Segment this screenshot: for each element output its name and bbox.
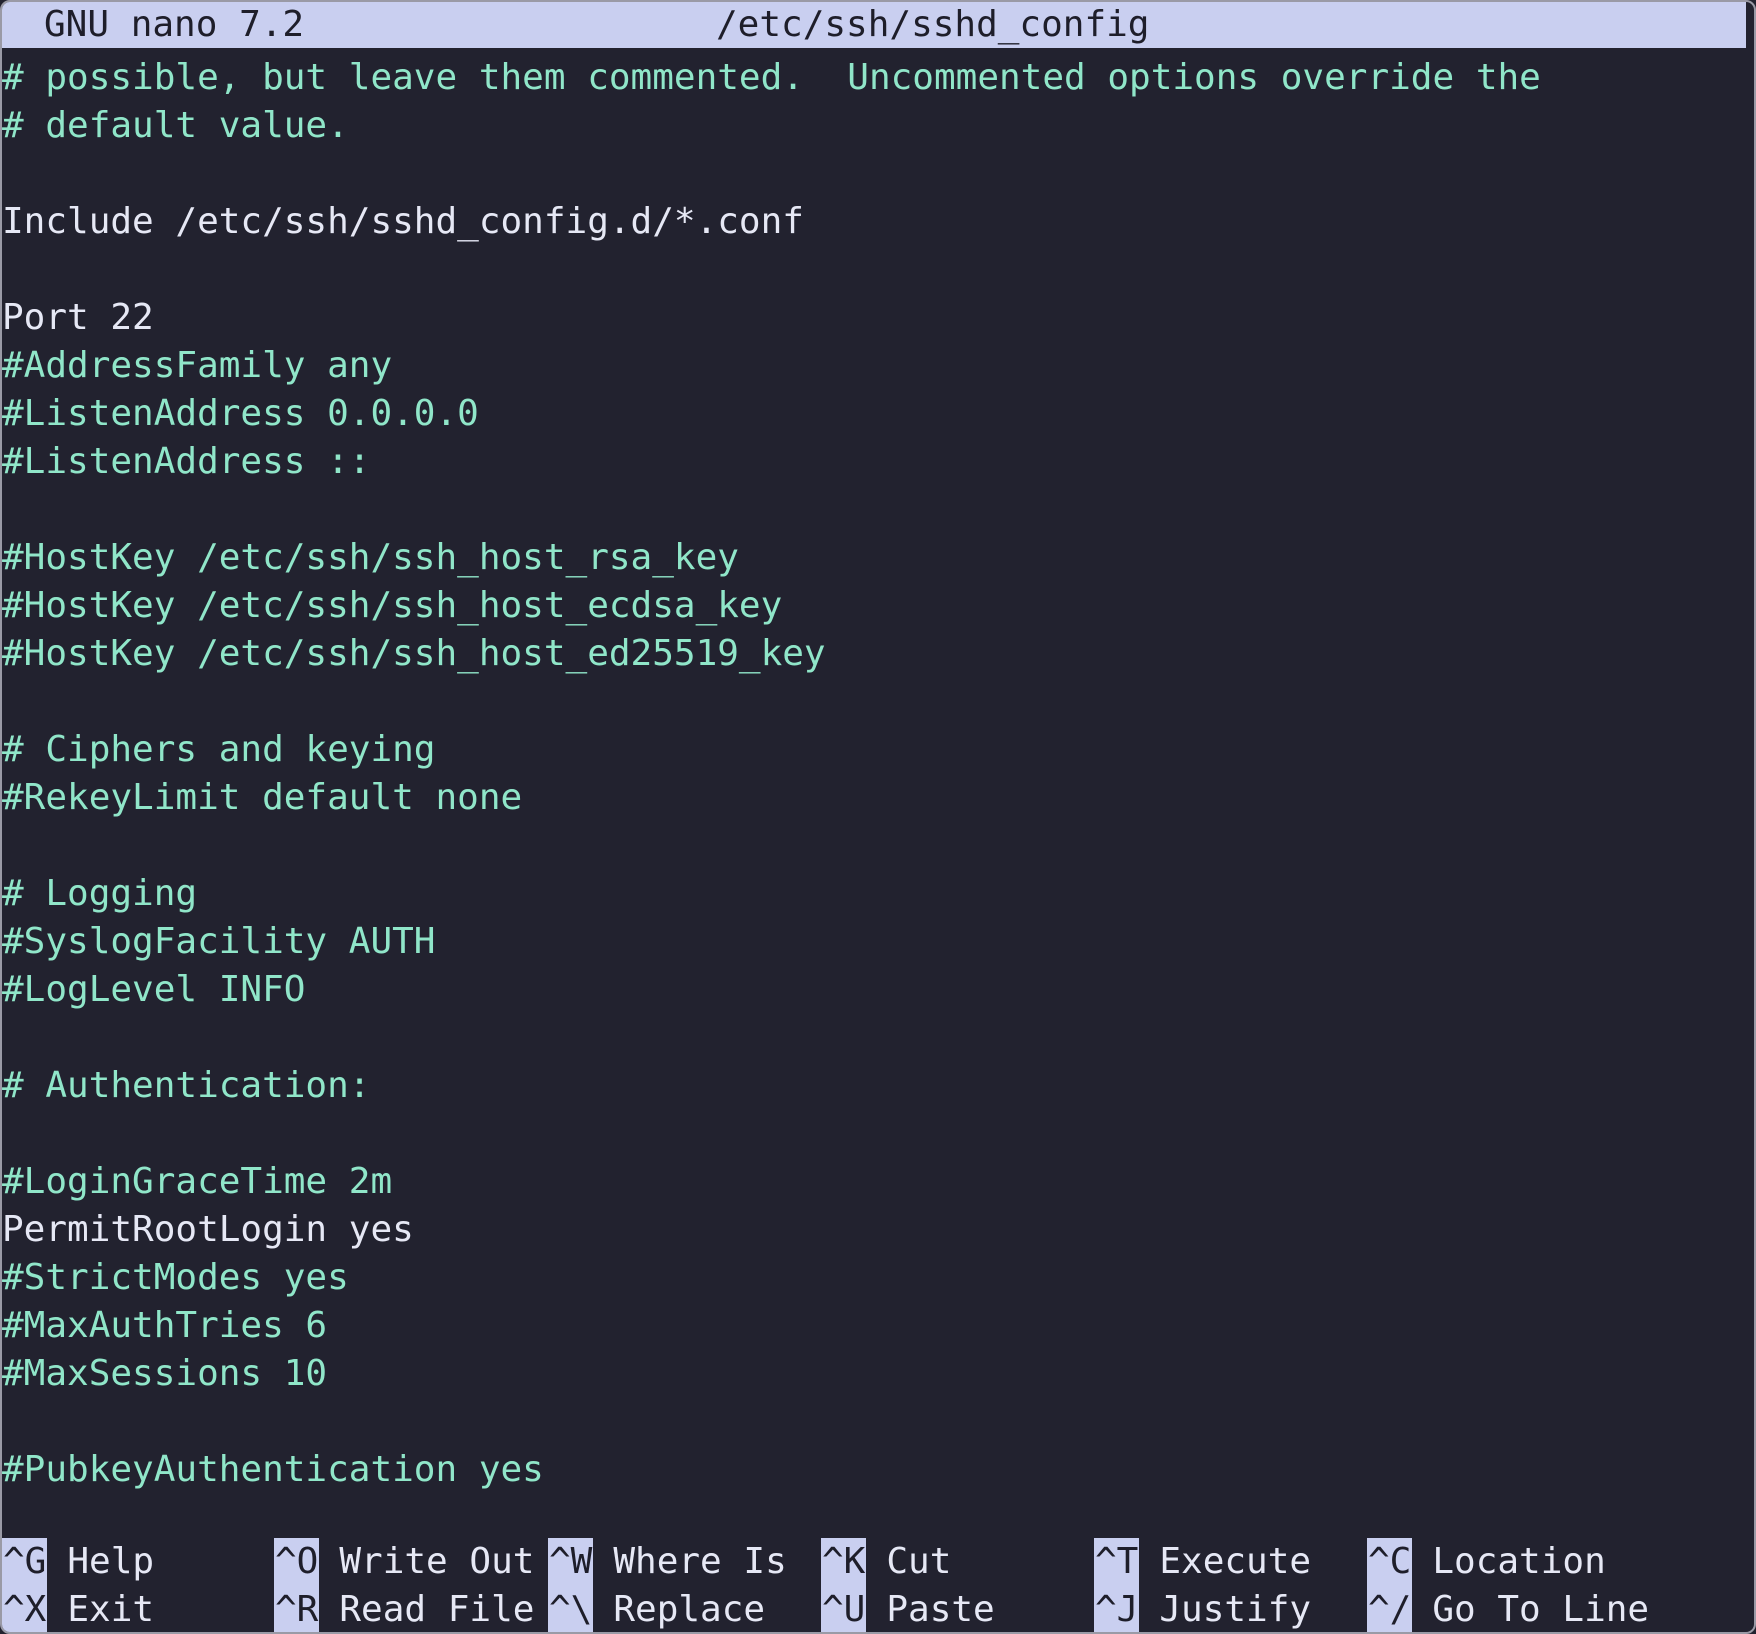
shortcut-key: ^U (821, 1586, 867, 1632)
comment-line[interactable]: # default value. (2, 102, 1746, 150)
nano-title-bar: GNU nano 7.2 /etc/ssh/sshd_config (2, 2, 1746, 48)
comment-line[interactable]: #PubkeyAuthentication yes (2, 1446, 1746, 1494)
shortcut-location[interactable]: ^C Location (1367, 1538, 1606, 1586)
comment-line[interactable]: # possible, but leave them commented. Un… (2, 54, 1746, 102)
shortcut-justify[interactable]: ^J Justify (1094, 1586, 1312, 1632)
shortcut-label: Exit (67, 1589, 155, 1630)
file-name-label: /etc/ssh/sshd_config (716, 4, 1150, 45)
shortcut-key: ^T (1094, 1538, 1140, 1586)
comment-line[interactable]: #LoginGraceTime 2m (2, 1158, 1746, 1206)
editor-text-area[interactable]: # possible, but leave them commented. Un… (2, 54, 1746, 1494)
comment-line[interactable]: #ListenAddress 0.0.0.0 (2, 390, 1746, 438)
comment-line[interactable]: #HostKey /etc/ssh/ssh_host_ed25519_key (2, 630, 1746, 678)
shortcut-help[interactable]: ^G Help (2, 1538, 154, 1586)
terminal-window: GNU nano 7.2 /etc/ssh/sshd_config # poss… (0, 0, 1756, 1634)
comment-line[interactable]: #StrictModes yes (2, 1254, 1746, 1302)
config-line[interactable]: Include /etc/ssh/sshd_config.d/*.conf (2, 198, 1746, 246)
shortcut-label: Location (1432, 1541, 1606, 1582)
blank-line[interactable] (2, 1014, 1746, 1062)
shortcut-replace[interactable]: ^\ Replace (548, 1586, 766, 1632)
shortcut-label: Where Is (613, 1541, 787, 1582)
comment-line[interactable]: # Logging (2, 870, 1746, 918)
shortcut-key: ^G (2, 1538, 48, 1586)
shortcut-key: ^C (1367, 1538, 1413, 1586)
shortcut-cut[interactable]: ^K Cut (821, 1538, 951, 1586)
shortcut-label: Replace (613, 1589, 766, 1630)
shortcut-paste[interactable]: ^U Paste (821, 1586, 995, 1632)
comment-line[interactable]: #ListenAddress :: (2, 438, 1746, 486)
comment-line[interactable]: #MaxAuthTries 6 (2, 1302, 1746, 1350)
blank-line[interactable] (2, 246, 1746, 294)
shortcut-key: ^X (2, 1586, 48, 1632)
shortcut-label: Help (67, 1541, 155, 1582)
shortcut-key: ^R (274, 1586, 320, 1632)
comment-line[interactable]: #RekeyLimit default none (2, 774, 1746, 822)
comment-line[interactable]: #SyslogFacility AUTH (2, 918, 1746, 966)
shortcut-label: Read File (339, 1589, 535, 1630)
shortcut-label: Write Out (339, 1541, 535, 1582)
blank-line[interactable] (2, 1398, 1746, 1446)
shortcut-where-is[interactable]: ^W Where Is (548, 1538, 787, 1586)
shortcut-read-file[interactable]: ^R Read File (274, 1586, 535, 1632)
blank-line[interactable] (2, 150, 1746, 198)
comment-line[interactable]: #LogLevel INFO (2, 966, 1746, 1014)
config-line[interactable]: Port 22 (2, 294, 1746, 342)
shortcut-bar: ^G Help ^O Write Out ^W Where Is ^K Cut ^T Execut… (2, 1538, 1746, 1632)
comment-line[interactable]: #MaxSessions 10 (2, 1350, 1746, 1398)
shortcut-key: ^/ (1367, 1586, 1413, 1632)
config-line[interactable]: PermitRootLogin yes (2, 1206, 1746, 1254)
comment-line[interactable]: #HostKey /etc/ssh/ssh_host_rsa_key (2, 534, 1746, 582)
shortcut-go-to-line[interactable]: ^/ Go To Line (1367, 1586, 1650, 1632)
shortcut-key: ^W (548, 1538, 594, 1586)
blank-line[interactable] (2, 678, 1746, 726)
comment-line[interactable]: #HostKey /etc/ssh/ssh_host_ecdsa_key (2, 582, 1746, 630)
shortcut-key: ^K (821, 1538, 867, 1586)
shortcut-key: ^J (1094, 1586, 1140, 1632)
blank-line[interactable] (2, 822, 1746, 870)
shortcut-key: ^O (274, 1538, 320, 1586)
comment-line[interactable]: #AddressFamily any (2, 342, 1746, 390)
shortcut-label: Justify (1159, 1589, 1312, 1630)
comment-line[interactable]: # Authentication: (2, 1062, 1746, 1110)
shortcut-write-out[interactable]: ^O Write Out (274, 1538, 534, 1586)
blank-line[interactable] (2, 486, 1746, 534)
comment-line[interactable]: # Ciphers and keying (2, 726, 1746, 774)
blank-line[interactable] (2, 1110, 1746, 1158)
shortcut-key: ^\ (548, 1586, 594, 1632)
shortcut-label: Paste (886, 1589, 995, 1630)
shortcut-exit[interactable]: ^X Exit (2, 1586, 155, 1632)
shortcut-label: Execute (1159, 1541, 1312, 1582)
app-version-label: GNU nano 7.2 (44, 4, 305, 45)
shortcut-label: Cut (886, 1541, 952, 1582)
shortcut-execute[interactable]: ^T Execute (1094, 1538, 1311, 1586)
shortcut-label: Go To Line (1432, 1589, 1650, 1630)
